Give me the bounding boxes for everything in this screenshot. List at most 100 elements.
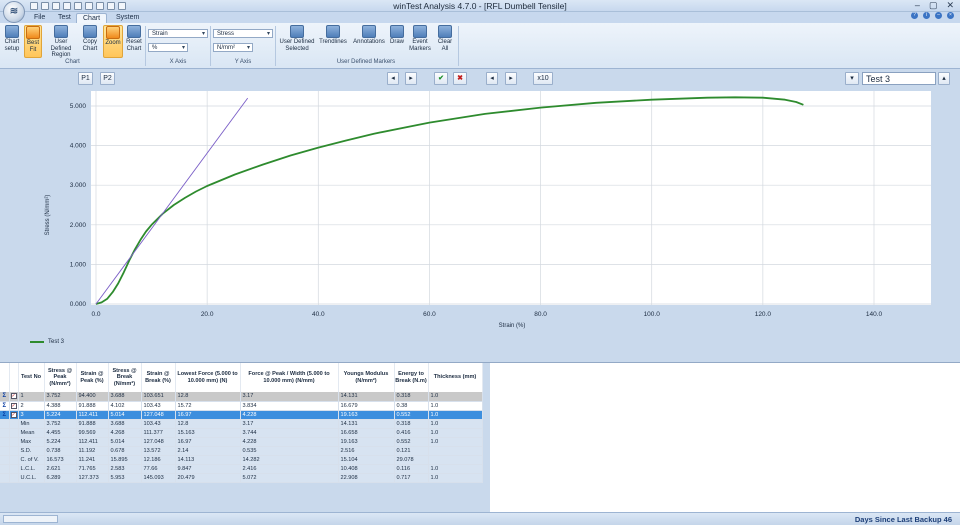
y-axis-unit-select[interactable]: N/mm² <box>213 43 253 52</box>
best-fit-button[interactable]: Best Fit <box>24 25 42 58</box>
accept-button[interactable]: ✔ <box>434 72 448 85</box>
previous-point-button[interactable]: ◂ <box>387 72 399 85</box>
tab-test[interactable]: Test <box>52 13 77 23</box>
next-test-button[interactable]: ▸ <box>505 72 517 85</box>
table-row[interactable]: Σ ✓ 2 4.388 91.888 4.102 103.43 15.72 3.834 16.67… <box>0 401 483 411</box>
show-on-chart-checkbox-icon[interactable]: ✓ <box>10 411 17 418</box>
stats-row[interactable]: Mean 4.455 99.569 4.268 111.377 15.163 3.744 16… <box>0 428 483 438</box>
value-cell: 112.411 <box>76 437 109 447</box>
empty-cell <box>0 437 10 447</box>
stats-row[interactable]: U.C.L. 6.289 127.373 5.953 145.093 20.479 5.07… <box>0 473 483 483</box>
clear-all-button[interactable]: Clear All <box>435 25 455 52</box>
show-on-chart-checkbox-icon[interactable]: ✓ <box>10 393 17 400</box>
value-cell: 19.163 <box>338 410 395 420</box>
stress-strain-chart[interactable]: 0.0 20.0 40.0 60.0 80.0 100.0 120.0 140.0 0.000 1… <box>0 69 960 360</box>
close-icon[interactable]: ✕ <box>946 0 954 11</box>
value-cell: 11.241 <box>76 455 109 465</box>
ribbon-minimize-icon[interactable]: – <box>935 12 942 19</box>
trendlines-icon <box>326 25 340 38</box>
tab-file[interactable]: File <box>28 13 51 23</box>
close-document-icon[interactable]: × <box>947 12 954 19</box>
chevron-right-icon: ▸ <box>509 75 513 82</box>
header-stress-peak[interactable]: Stress @ Peak (N/mm²) <box>44 363 77 392</box>
trendlines-button[interactable]: Trendlines <box>318 25 348 46</box>
chart-setup-icon <box>5 25 19 38</box>
header-test-no[interactable]: Test No <box>18 363 45 392</box>
user-defined-icon <box>290 25 304 38</box>
p1-button[interactable]: P1 <box>78 72 93 85</box>
include-in-stats-icon[interactable]: Σ <box>2 412 6 418</box>
header-youngs-modulus[interactable]: Youngs Modulus (N/mm²) <box>338 363 395 392</box>
value-cell: 16.658 <box>338 428 395 438</box>
header-strain-break[interactable]: Strain @ Break (%) <box>141 363 176 392</box>
header-stress-break[interactable]: Stress @ Break (N/mm²) <box>108 363 142 392</box>
y-tick-label: 2.000 <box>70 222 87 229</box>
stats-row[interactable]: L.C.L. 2.621 71.765 2.583 77.66 9.847 2.416 10.… <box>0 464 483 474</box>
show-on-chart-checkbox-icon[interactable]: ✓ <box>10 402 17 409</box>
minimize-icon[interactable]: – <box>915 0 920 11</box>
value-cell: 16.97 <box>175 437 241 447</box>
include-in-stats-icon[interactable]: Σ <box>2 393 6 399</box>
y-axis-quantity-select[interactable]: Stress <box>213 29 273 38</box>
value-cell: 3.688 <box>108 419 142 429</box>
x-axis-unit-select[interactable]: % <box>148 43 188 52</box>
stats-toggle-cell[interactable]: Σ <box>0 410 10 420</box>
value-cell: 1.0 <box>428 437 483 447</box>
chart-setup-button[interactable]: Chart setup <box>3 25 21 52</box>
value-cell: 16.573 <box>44 455 77 465</box>
value-cell: 15.163 <box>175 428 241 438</box>
table-row[interactable]: Σ ✓ 3 5.224 112.411 5.014 127.048 16.97 4.228 19.… <box>0 410 483 420</box>
group-label-chart: Chart <box>65 59 80 65</box>
include-in-stats-icon[interactable]: Σ <box>2 403 6 409</box>
chart-toggle-cell[interactable]: ✓ <box>9 392 19 402</box>
help-icon[interactable]: ? <box>911 12 918 19</box>
zoom-button[interactable]: Zoom <box>103 25 123 58</box>
test-no-cell: Min <box>18 419 45 429</box>
test-select[interactable]: Test 3 <box>862 72 936 85</box>
value-cell: 0.552 <box>394 410 429 420</box>
reject-button[interactable]: ✖ <box>453 72 467 85</box>
draw-button[interactable]: Draw <box>388 25 406 46</box>
stats-row[interactable]: Min 3.752 91.888 3.688 103.43 12.8 3.17 14.131 0… <box>0 419 483 429</box>
event-markers-button[interactable]: Event Markers <box>408 25 432 52</box>
table-row[interactable]: Σ ✓ 1 3.752 94.400 3.688 103.651 12.8 3.17 14.131… <box>0 392 483 402</box>
stats-toggle-cell[interactable]: Σ <box>0 401 10 411</box>
stats-toggle-cell[interactable]: Σ <box>0 392 10 402</box>
test-dropdown-button[interactable]: ▾ <box>845 72 859 85</box>
p2-button[interactable]: P2 <box>100 72 115 85</box>
copy-chart-button[interactable]: Copy Chart <box>80 25 100 52</box>
header-force-peak-width[interactable]: Force @ Peak / Width (5.000 to 10.000 mm… <box>240 363 339 392</box>
annotations-button[interactable]: Annotations <box>351 25 387 46</box>
user-defined-region-button[interactable]: User Defined Region <box>44 25 78 59</box>
chart-toggle-cell[interactable]: ✓ <box>9 401 19 411</box>
maximize-icon[interactable]: ▢ <box>929 0 938 11</box>
value-cell: 12.8 <box>175 419 241 429</box>
chart-toggle-cell[interactable]: ✓ <box>9 410 19 420</box>
x-axis-quantity-select[interactable]: Strain <box>148 29 208 38</box>
header-strain-peak[interactable]: Strain @ Peak (%) <box>76 363 109 392</box>
stats-row[interactable]: C. of V. 16.573 11.241 15.895 12.186 14.113 14… <box>0 455 483 465</box>
value-cell: 2.516 <box>338 446 395 456</box>
user-defined-selected-button[interactable]: User Defined Selected <box>278 25 316 52</box>
header-thickness[interactable]: Thickness (mm) <box>428 363 483 392</box>
reset-chart-button[interactable]: Reset Chart <box>124 25 144 52</box>
header-lowest-force[interactable]: Lowest Force (5.000 to 10.000 mm) (N) <box>175 363 241 392</box>
stats-row[interactable]: S.D. 0.738 11.192 0.678 13.572 2.14 0.535 2.516… <box>0 446 483 456</box>
empty-cell <box>9 464 19 474</box>
value-cell: 1.0 <box>428 473 483 483</box>
x10-button[interactable]: x10 <box>533 72 553 85</box>
group-label-x-axis: X Axis <box>169 59 187 65</box>
previous-test-button[interactable]: ◂ <box>486 72 498 85</box>
value-cell <box>428 455 483 465</box>
header-energy-break[interactable]: Energy to Break (N.m) <box>394 363 429 392</box>
value-cell: 71.765 <box>76 464 109 474</box>
test-up-button[interactable]: ▴ <box>938 72 950 85</box>
application-menu-button[interactable]: ≋ <box>3 1 25 23</box>
stats-row[interactable]: Max 5.224 112.411 5.014 127.048 16.97 4.228 19.… <box>0 437 483 447</box>
value-cell: 16.97 <box>175 410 241 420</box>
options-icon[interactable]: i <box>923 12 930 19</box>
tab-system[interactable]: System <box>110 13 145 23</box>
next-point-button[interactable]: ▸ <box>405 72 417 85</box>
tab-chart[interactable]: Chart <box>76 13 108 23</box>
value-cell: 3.17 <box>240 419 339 429</box>
